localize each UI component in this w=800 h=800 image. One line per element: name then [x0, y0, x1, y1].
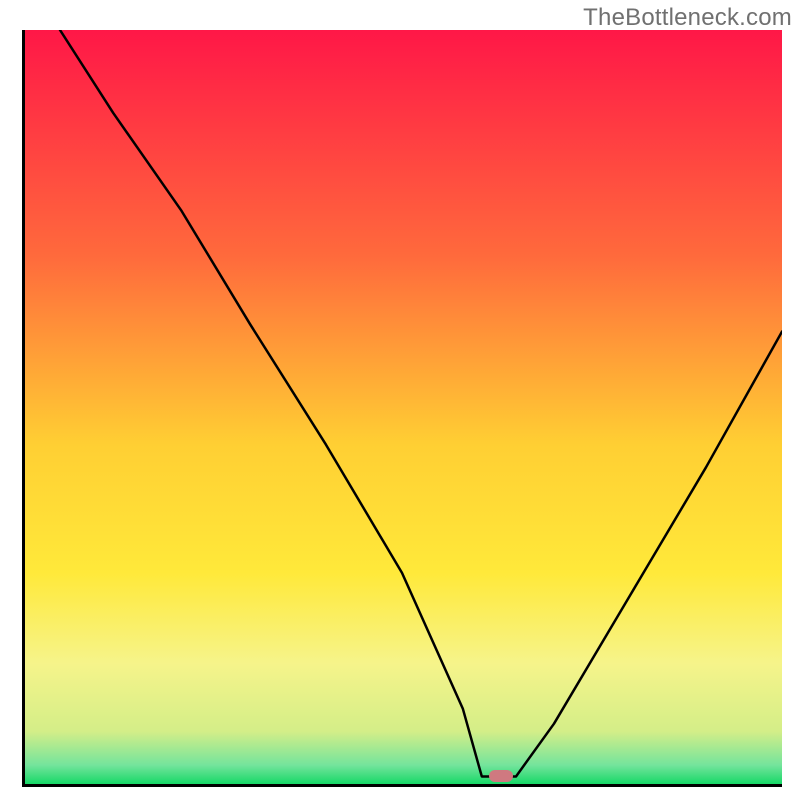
y-axis — [22, 30, 25, 784]
plot-area — [22, 30, 782, 784]
plot-svg — [22, 30, 782, 784]
x-axis — [22, 784, 782, 787]
bottleneck-chart: TheBottleneck.com — [0, 0, 800, 800]
optimal-point-marker — [489, 770, 513, 782]
watermark-text: TheBottleneck.com — [583, 4, 792, 32]
gradient-background — [22, 30, 782, 784]
